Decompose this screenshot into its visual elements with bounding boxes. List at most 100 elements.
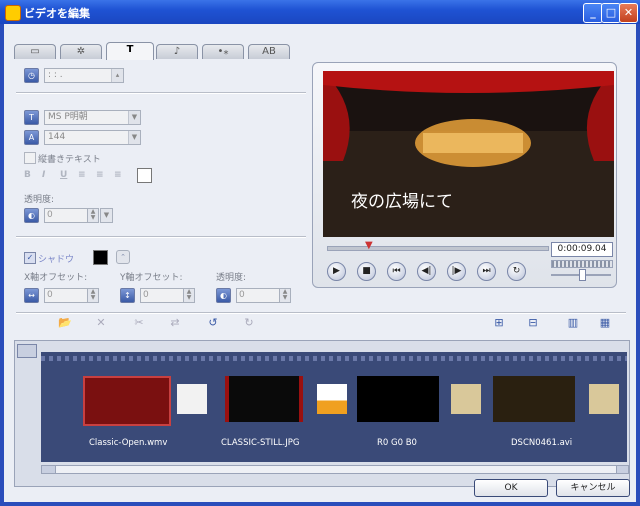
skip-start-icon[interactable]: ⏮: [387, 262, 406, 281]
app-icon: [5, 5, 21, 21]
underline-icon[interactable]: U: [60, 170, 67, 180]
transparency-label: 透明度:: [24, 195, 55, 205]
divider: [16, 236, 306, 238]
x-offset-input[interactable]: 0 ▲ ▼: [44, 288, 99, 303]
scrollbar-thumb[interactable]: [55, 465, 617, 474]
expand-icon[interactable]: ⌃: [116, 250, 130, 264]
clip-label: DSCN0461.avi: [511, 438, 573, 448]
close-button[interactable]: ✕: [619, 3, 638, 23]
vertical-text-checkbox[interactable]: [24, 152, 36, 164]
timeline-view-icon[interactable]: [17, 344, 37, 358]
maximize-button[interactable]: □: [601, 3, 621, 23]
transition-thumbnail[interactable]: [177, 384, 207, 414]
time-field[interactable]: : : . ▴: [44, 68, 124, 83]
cancel-button[interactable]: キャンセル: [556, 479, 630, 497]
play-icon[interactable]: ▶: [327, 262, 346, 281]
divider: [16, 312, 626, 314]
spin-updown-icon[interactable]: ▲ ▼: [87, 208, 99, 223]
tab-text-icon[interactable]: T: [106, 42, 154, 60]
seek-bar[interactable]: [327, 246, 549, 251]
clip-label: Classic-Open.wmv: [89, 438, 168, 448]
transparency-input[interactable]: 0 ▲ ▼: [44, 208, 99, 223]
dialog-body: ▭ ✲ T ♪ •⁎ AB ◷ : : . ▴ T MS P明朝 ▼ A 144 ▼ …: [4, 24, 636, 502]
title-bar: ビデオを編集 _ □ ✕: [0, 0, 640, 24]
text-color-swatch[interactable]: [137, 168, 152, 183]
transition-thumbnail[interactable]: [451, 384, 481, 414]
insert-clip-icon[interactable]: ⊟: [524, 316, 542, 330]
shadow-transparency-icon: ◐: [216, 288, 231, 303]
open-folder-icon[interactable]: 📂: [56, 316, 74, 330]
time-spin-icon[interactable]: ▴: [111, 69, 123, 82]
shadow-transparency-input[interactable]: 0 ▲ ▼: [236, 288, 291, 303]
italic-icon[interactable]: I: [42, 170, 45, 180]
step-back-icon[interactable]: ◀|: [417, 262, 436, 281]
playhead-icon[interactable]: ▼: [365, 240, 373, 251]
video-preview: 夜の広場にて: [323, 71, 614, 237]
clock-icon: ◷: [24, 68, 39, 83]
x-offset-label: X軸オフセット:: [24, 273, 88, 283]
editor-tabs: ▭ ✲ T ♪ •⁎ AB: [14, 42, 299, 60]
redo-icon[interactable]: ↻: [240, 316, 258, 330]
timecode-field[interactable]: 0:00:09.04: [551, 242, 613, 257]
shadow-label: シャドウ: [38, 255, 75, 265]
preview-image: [323, 71, 614, 237]
title-caption: 夜の広場にて: [351, 192, 453, 212]
minimize-button[interactable]: _: [583, 3, 603, 23]
x-offset-icon: ↔: [24, 288, 39, 303]
tab-transition-icon[interactable]: AB: [248, 44, 290, 59]
timeline-panel: Classic-Open.wmv CLASSIC-STILL.JPG R0 G0…: [14, 340, 630, 487]
clip-thumbnail[interactable]: [83, 376, 171, 426]
stop-icon[interactable]: ■: [357, 262, 376, 281]
font-name-select[interactable]: MS P明朝 ▼: [44, 110, 141, 125]
vertical-text-label: 縦書きテキスト: [38, 155, 101, 165]
clip-thumbnail[interactable]: [493, 376, 575, 422]
zoom-slider-thumb[interactable]: [579, 269, 586, 281]
chevron-down-icon: ▼: [128, 111, 140, 124]
font-size-icon: A: [24, 130, 39, 145]
ok-button[interactable]: OK: [474, 479, 548, 497]
clip-thumbnail[interactable]: [357, 376, 439, 422]
bold-icon[interactable]: B: [24, 170, 31, 180]
tab-effects-icon[interactable]: •⁎: [202, 44, 244, 59]
shadow-checkbox[interactable]: ✓: [24, 252, 36, 264]
tab-music-icon[interactable]: ♪: [156, 44, 198, 59]
preview-panel: 夜の広場にて ▼ 0:00:09.04 ▶ ■ ⏮ ◀| |▶ ⏭ ↻: [312, 62, 617, 288]
divider: [16, 92, 306, 94]
y-offset-label: Y軸オフセット:: [120, 273, 183, 283]
step-forward-icon[interactable]: |▶: [447, 262, 466, 281]
tab-video-icon[interactable]: ▭: [14, 44, 56, 59]
align-right-icon[interactable]: ≡: [114, 170, 122, 180]
spin-updown-icon[interactable]: ▲ ▼: [87, 288, 99, 303]
film-perforation: [41, 356, 627, 361]
align-center-icon[interactable]: ≡: [96, 170, 104, 180]
video-edit-window: ビデオを編集 _ □ ✕ ▭ ✲ T ♪ •⁎ AB ◷ : : . ▴ T MS…: [0, 0, 640, 506]
y-offset-icon: ↕: [120, 288, 135, 303]
add-clip-icon[interactable]: ⊞: [490, 316, 508, 330]
y-offset-input[interactable]: 0 ▲ ▼: [140, 288, 195, 303]
shadow-transparency-label: 透明度:: [216, 273, 247, 283]
transition-thumbnail[interactable]: [589, 384, 619, 414]
align-left-icon[interactable]: ≡: [78, 170, 86, 180]
video-track: Classic-Open.wmv CLASSIC-STILL.JPG R0 G0…: [41, 352, 627, 462]
loop-icon[interactable]: ↻: [507, 262, 526, 281]
volume-meter: [551, 260, 613, 268]
font-icon: T: [24, 110, 39, 125]
spin-updown-icon[interactable]: ▲ ▼: [183, 288, 195, 303]
clip-thumbnail[interactable]: [225, 376, 303, 422]
font-size-select[interactable]: 144 ▼: [44, 130, 141, 145]
spin-updown-icon[interactable]: ▲ ▼: [279, 288, 291, 303]
skip-end-icon[interactable]: ⏭: [477, 262, 496, 281]
transition-thumbnail[interactable]: [317, 384, 347, 414]
title-settings-panel: ◷ : : . ▴ T MS P明朝 ▼ A 144 ▼ 縦書きテキスト B I U …: [16, 60, 312, 336]
clip-label: CLASSIC-STILL.JPG: [221, 438, 300, 448]
undo-icon[interactable]: ↺: [204, 316, 222, 330]
storyboard-icon[interactable]: ▥: [564, 316, 582, 330]
delete-icon[interactable]: ✕: [92, 316, 110, 330]
chevron-down-icon[interactable]: ▼: [100, 208, 113, 223]
split-icon[interactable]: ⇄: [166, 316, 184, 330]
shadow-color-swatch[interactable]: [93, 250, 108, 265]
timeline-icon[interactable]: ▦: [596, 316, 614, 330]
cut-icon[interactable]: ✂: [130, 316, 148, 330]
clip-label: R0 G0 B0: [377, 438, 417, 448]
tab-reel-icon[interactable]: ✲: [60, 44, 102, 59]
